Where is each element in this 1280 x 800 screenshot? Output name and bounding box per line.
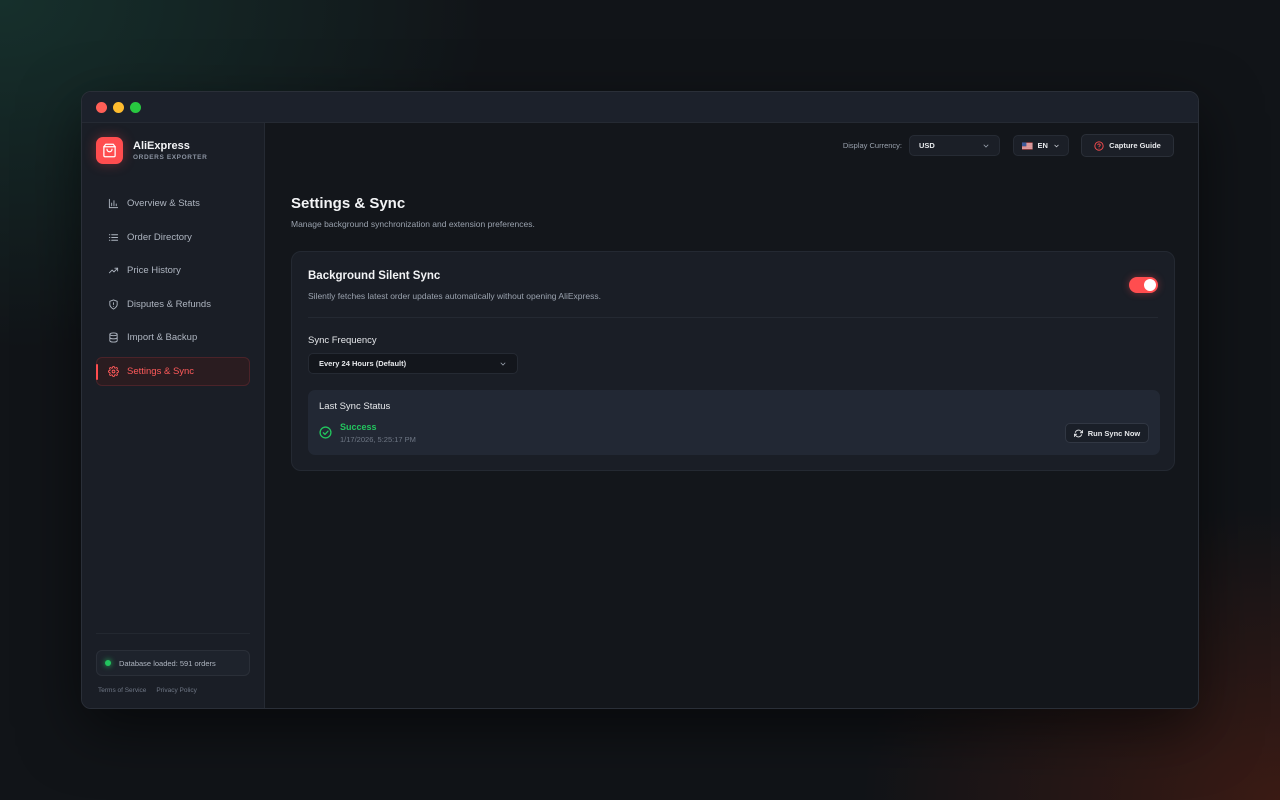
language-value: EN <box>1037 141 1048 150</box>
run-sync-now-button[interactable]: Run Sync Now <box>1065 423 1149 443</box>
refresh-icon <box>1073 429 1083 437</box>
status-dot-icon <box>105 660 111 666</box>
page-subtitle: Manage background synchronization and ex… <box>291 219 535 229</box>
sidebar-item-settings-sync[interactable]: Settings & Sync <box>96 356 250 386</box>
silent-sync-description: Silently fetches latest order updates au… <box>308 291 601 301</box>
currency-select[interactable]: USD <box>909 135 1000 156</box>
check-circle-icon <box>319 426 332 439</box>
minimize-window-button[interactable] <box>113 101 124 113</box>
sidebar-item-label: Overview & Stats <box>127 198 200 209</box>
sync-frequency-value: Every 24 Hours (Default) <box>319 359 407 368</box>
shopping-bag-icon <box>96 137 123 164</box>
main-content: Display Currency: USD EN Capture Guide S… <box>265 123 1198 708</box>
currency-value: USD <box>919 141 935 150</box>
sidebar: AliExpress ORDERS EXPORTER Overview & St… <box>82 123 265 708</box>
sidebar-item-label: Price History <box>127 265 181 277</box>
page-title: Settings & Sync <box>291 195 406 212</box>
gear-icon <box>108 365 119 377</box>
sidebar-item-disputes[interactable]: Disputes & Refunds <box>96 290 250 319</box>
brand: AliExpress ORDERS EXPORTER <box>96 137 207 164</box>
close-window-button[interactable] <box>96 101 107 113</box>
top-bar: Display Currency: USD EN Capture Guide <box>843 134 1174 157</box>
capture-guide-label: Capture Guide <box>1109 141 1161 150</box>
shield-alert-icon <box>109 299 118 310</box>
legal-links: Terms of Service Privacy Policy <box>96 687 250 694</box>
sidebar-footer: Database loaded: 591 orders Terms of Ser… <box>96 633 250 694</box>
sidebar-item-import-backup[interactable]: Import & Backup <box>96 323 250 352</box>
sidebar-item-label: Disputes & Refunds <box>127 298 211 310</box>
sidebar-item-order-directory[interactable]: Order Directory <box>96 223 250 252</box>
list-icon <box>108 233 119 241</box>
privacy-link[interactable]: Privacy Policy <box>156 687 196 694</box>
title-bar <box>82 92 1198 123</box>
sync-frequency-label: Sync Frequency <box>308 335 377 346</box>
bar-chart-icon <box>108 198 119 209</box>
us-flag-icon <box>1022 141 1033 150</box>
maximize-window-button[interactable] <box>130 101 141 113</box>
chevron-down-icon <box>500 362 506 366</box>
run-sync-now-label: Run Sync Now <box>1087 428 1141 438</box>
last-sync-timestamp: 1/17/2026, 5:25:17 PM <box>340 435 416 444</box>
silent-sync-row: Background Silent Sync Silently fetches … <box>308 252 1158 318</box>
capture-guide-button[interactable]: Capture Guide <box>1081 134 1174 157</box>
database-status: Database loaded: 591 orders <box>96 650 250 676</box>
sidebar-nav: Overview & Stats Order Directory Price H… <box>96 189 250 391</box>
last-sync-status-panel: Last Sync Status Success 1/17/2026, 5:25… <box>308 390 1160 455</box>
trending-up-icon <box>108 267 119 274</box>
sidebar-item-overview[interactable]: Overview & Stats <box>96 189 250 218</box>
terms-link[interactable]: Terms of Service <box>98 687 146 694</box>
sidebar-item-label: Import & Backup <box>127 332 198 344</box>
sync-frequency-select[interactable]: Every 24 Hours (Default) <box>308 353 518 374</box>
chevron-down-icon <box>983 144 989 148</box>
currency-label: Display Currency: <box>842 141 902 150</box>
last-sync-status-title: Last Sync Status <box>319 401 391 412</box>
database-icon <box>109 332 118 343</box>
brand-subtitle: ORDERS EXPORTER <box>133 154 208 161</box>
sidebar-item-label: Order Directory <box>127 231 192 243</box>
silent-sync-title: Background Silent Sync <box>308 270 441 282</box>
sidebar-item-price-history[interactable]: Price History <box>96 256 250 285</box>
sidebar-item-label: Settings & Sync <box>127 365 195 377</box>
sync-settings-card: Background Silent Sync Silently fetches … <box>291 251 1175 471</box>
chevron-down-icon <box>1054 144 1059 147</box>
language-select[interactable]: EN <box>1013 135 1069 156</box>
silent-sync-toggle[interactable] <box>1129 277 1158 293</box>
brand-name: AliExpress <box>133 140 190 152</box>
help-circle-icon <box>1094 140 1104 151</box>
database-status-text: Database loaded: 591 orders <box>119 658 216 668</box>
last-sync-status-value: Success <box>340 422 377 432</box>
toggle-knob <box>1144 279 1156 291</box>
app-window: AliExpress ORDERS EXPORTER Overview & St… <box>81 91 1199 709</box>
